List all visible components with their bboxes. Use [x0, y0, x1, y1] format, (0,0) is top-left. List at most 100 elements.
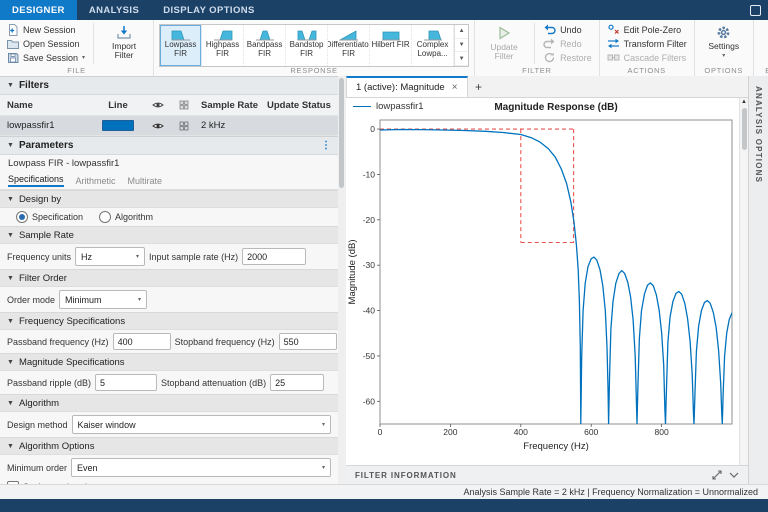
parameters-panel-header[interactable]: ▼ Parameters ⋮ — [0, 136, 338, 155]
response-hilbert-fir[interactable]: Hilbert FIR — [370, 25, 413, 66]
algorithm-radio-label[interactable]: Algorithm — [115, 212, 153, 222]
new-session-icon — [9, 23, 18, 36]
close-tab-icon[interactable]: × — [452, 82, 458, 93]
specification-radio[interactable] — [16, 211, 28, 223]
design-by-row: Specification Algorithm — [0, 208, 338, 226]
response-bandpass-fir[interactable]: Bandpass FIR — [244, 25, 287, 66]
tab-multirate[interactable]: Multirate — [128, 176, 163, 186]
cascade-filters-button[interactable]: Cascade Filters — [605, 51, 689, 64]
scrollbar-thumb[interactable] — [339, 78, 344, 188]
design-method-select[interactable]: Kaiser window ▾ — [71, 415, 331, 434]
response-lowpass-fir[interactable]: Lowpass FIR — [160, 25, 203, 66]
svg-text:-40: -40 — [363, 306, 376, 316]
save-session-button[interactable]: Save Session ▾ — [5, 51, 87, 64]
collapse-pane-icon[interactable] — [729, 472, 739, 478]
expand-pane-icon[interactable] — [712, 470, 722, 480]
redo-icon — [543, 38, 555, 49]
gallery-item-label: Bandpass FIR — [246, 40, 283, 58]
column-update-status[interactable]: Update Status — [263, 100, 338, 111]
magnitude-document-tab[interactable]: 1 (active): Magnitude × — [346, 76, 468, 97]
tab-designer[interactable]: DESIGNER — [0, 0, 77, 20]
filter-line-swatch[interactable] — [102, 120, 134, 131]
filter-line-cell[interactable] — [91, 120, 145, 131]
column-line[interactable]: Line — [91, 100, 145, 111]
sample-rate-row: Frequency units Hz ▾ Input sample rate (… — [0, 244, 338, 269]
section-header-filter-order[interactable]: ▼ Filter Order — [0, 269, 338, 287]
filters-panel-header[interactable]: ▼ Filters — [0, 76, 338, 95]
response-complex-lowpass-fir[interactable]: Complex Lowpa... — [412, 25, 455, 66]
export-button[interactable]: Export ▾ — [759, 23, 768, 59]
algorithm-row: Design method Kaiser window ▾ — [0, 412, 338, 437]
legend-line — [353, 106, 371, 107]
frequency-units-select[interactable]: Hz ▾ — [75, 247, 146, 266]
scroll-up-icon[interactable]: ▲ — [740, 98, 748, 107]
open-session-button[interactable]: Open Session — [5, 37, 87, 50]
new-tab-button[interactable]: + — [468, 76, 490, 97]
section-header-algorithm[interactable]: ▼ Algorithm — [0, 394, 338, 412]
tab-specifications[interactable]: Specifications — [8, 174, 64, 187]
restore-icon — [544, 52, 555, 63]
minimum-order-select[interactable]: Even ▾ — [71, 458, 331, 477]
transform-filter-button[interactable]: Transform Filter — [605, 37, 689, 50]
filter-order-row: Order mode Minimum ▾ — [0, 287, 338, 312]
filter-coefficients-cell[interactable] — [171, 121, 197, 131]
column-coefficients[interactable] — [171, 100, 197, 110]
input-sample-rate-field[interactable] — [242, 248, 307, 265]
stopband-frequency-field[interactable] — [278, 333, 337, 350]
section-header-magnitude-specifications[interactable]: ▼ Magnitude Specifications — [0, 353, 338, 371]
response-section-label: RESPONSE — [290, 66, 338, 75]
chart-legend[interactable]: lowpassfir1 — [353, 101, 424, 112]
svg-text:600: 600 — [584, 427, 598, 437]
stopband-attenuation-field[interactable] — [270, 374, 325, 391]
tab-analysis[interactable]: ANALYSIS — [77, 0, 151, 20]
update-filter-button[interactable]: Update Filter — [480, 23, 528, 62]
section-header-frequency-specifications[interactable]: ▼ Frequency Specifications — [0, 312, 338, 330]
filter-table-row[interactable]: lowpassfir1 2 kHz — [0, 116, 338, 136]
section-header-sample-rate[interactable]: ▼ Sample Rate — [0, 226, 338, 244]
chevron-down-icon: ▾ — [321, 421, 325, 428]
filter-information-bar[interactable]: FILTER INFORMATION — [346, 465, 748, 484]
settings-dropdown-chevron-icon: ▾ — [722, 53, 726, 60]
parameters-menu-icon[interactable]: ⋮ — [321, 140, 331, 151]
edit-pole-zero-button[interactable]: Edit Pole-Zero — [605, 23, 689, 36]
gallery-item-label: Lowpass FIR — [164, 40, 197, 58]
gallery-expand-icon[interactable]: ▼ — [455, 52, 469, 67]
response-highpass-fir[interactable]: Highpass FIR — [202, 25, 245, 66]
analysis-document-panel: 1 (active): Magnitude × + 0 200 400 600 800 0… — [346, 76, 748, 484]
section-title: Sample Rate — [18, 229, 74, 241]
restore-button[interactable]: Restore — [541, 51, 594, 64]
save-dropdown-chevron-icon[interactable]: ▾ — [82, 55, 85, 61]
specification-radio-label[interactable]: Specification — [32, 212, 83, 222]
tab-arithmetic[interactable]: Arithmetic — [76, 176, 116, 186]
new-session-button[interactable]: New Session — [5, 23, 87, 36]
analysis-options-strip[interactable]: ANALYSIS OPTIONS — [748, 76, 768, 484]
filter-designer-app: DESIGNER ANALYSIS DISPLAY OPTIONS New Se… — [0, 0, 768, 512]
eye-icon — [152, 123, 164, 128]
column-sample-rate[interactable]: Sample Rate — [197, 100, 263, 111]
section-title: Frequency Specifications — [18, 315, 126, 327]
undo-button[interactable]: Undo — [541, 23, 594, 36]
response-differentiator-fir[interactable]: Differentiator FIR — [328, 25, 371, 66]
filter-visibility-cell[interactable] — [145, 122, 171, 130]
order-mode-select[interactable]: Minimum ▾ — [59, 290, 148, 309]
passband-ripple-field[interactable] — [95, 374, 158, 391]
algorithm-radio[interactable] — [99, 211, 112, 223]
document-scrollbar[interactable]: ▲ — [739, 98, 748, 466]
settings-button[interactable]: Settings ▾ — [700, 23, 748, 59]
redo-button[interactable]: Redo — [541, 37, 594, 50]
ribbon-section-actions: Edit Pole-Zero Transform Filter Cascade … — [600, 20, 695, 76]
response-bandstop-fir[interactable]: Bandstop FIR — [286, 25, 329, 66]
scrollbar-thumb[interactable] — [741, 108, 747, 150]
section-header-algorithm-options[interactable]: ▼ Algorithm Options — [0, 437, 338, 455]
update-filter-icon — [499, 26, 511, 40]
column-name[interactable]: Name — [0, 100, 91, 111]
gallery-scroll-down-icon[interactable]: ▼ — [455, 39, 469, 53]
gallery-scroll-up-icon[interactable]: ▲ — [455, 25, 469, 39]
save-icon — [8, 52, 19, 63]
window-layout-icon[interactable] — [750, 4, 761, 16]
section-header-design-by[interactable]: ▼ Design by — [0, 190, 338, 208]
column-visibility[interactable] — [145, 101, 171, 109]
passband-frequency-field[interactable] — [112, 333, 171, 350]
tab-display-options[interactable]: DISPLAY OPTIONS — [151, 0, 267, 20]
import-filter-button[interactable]: Import Filter — [100, 23, 148, 61]
